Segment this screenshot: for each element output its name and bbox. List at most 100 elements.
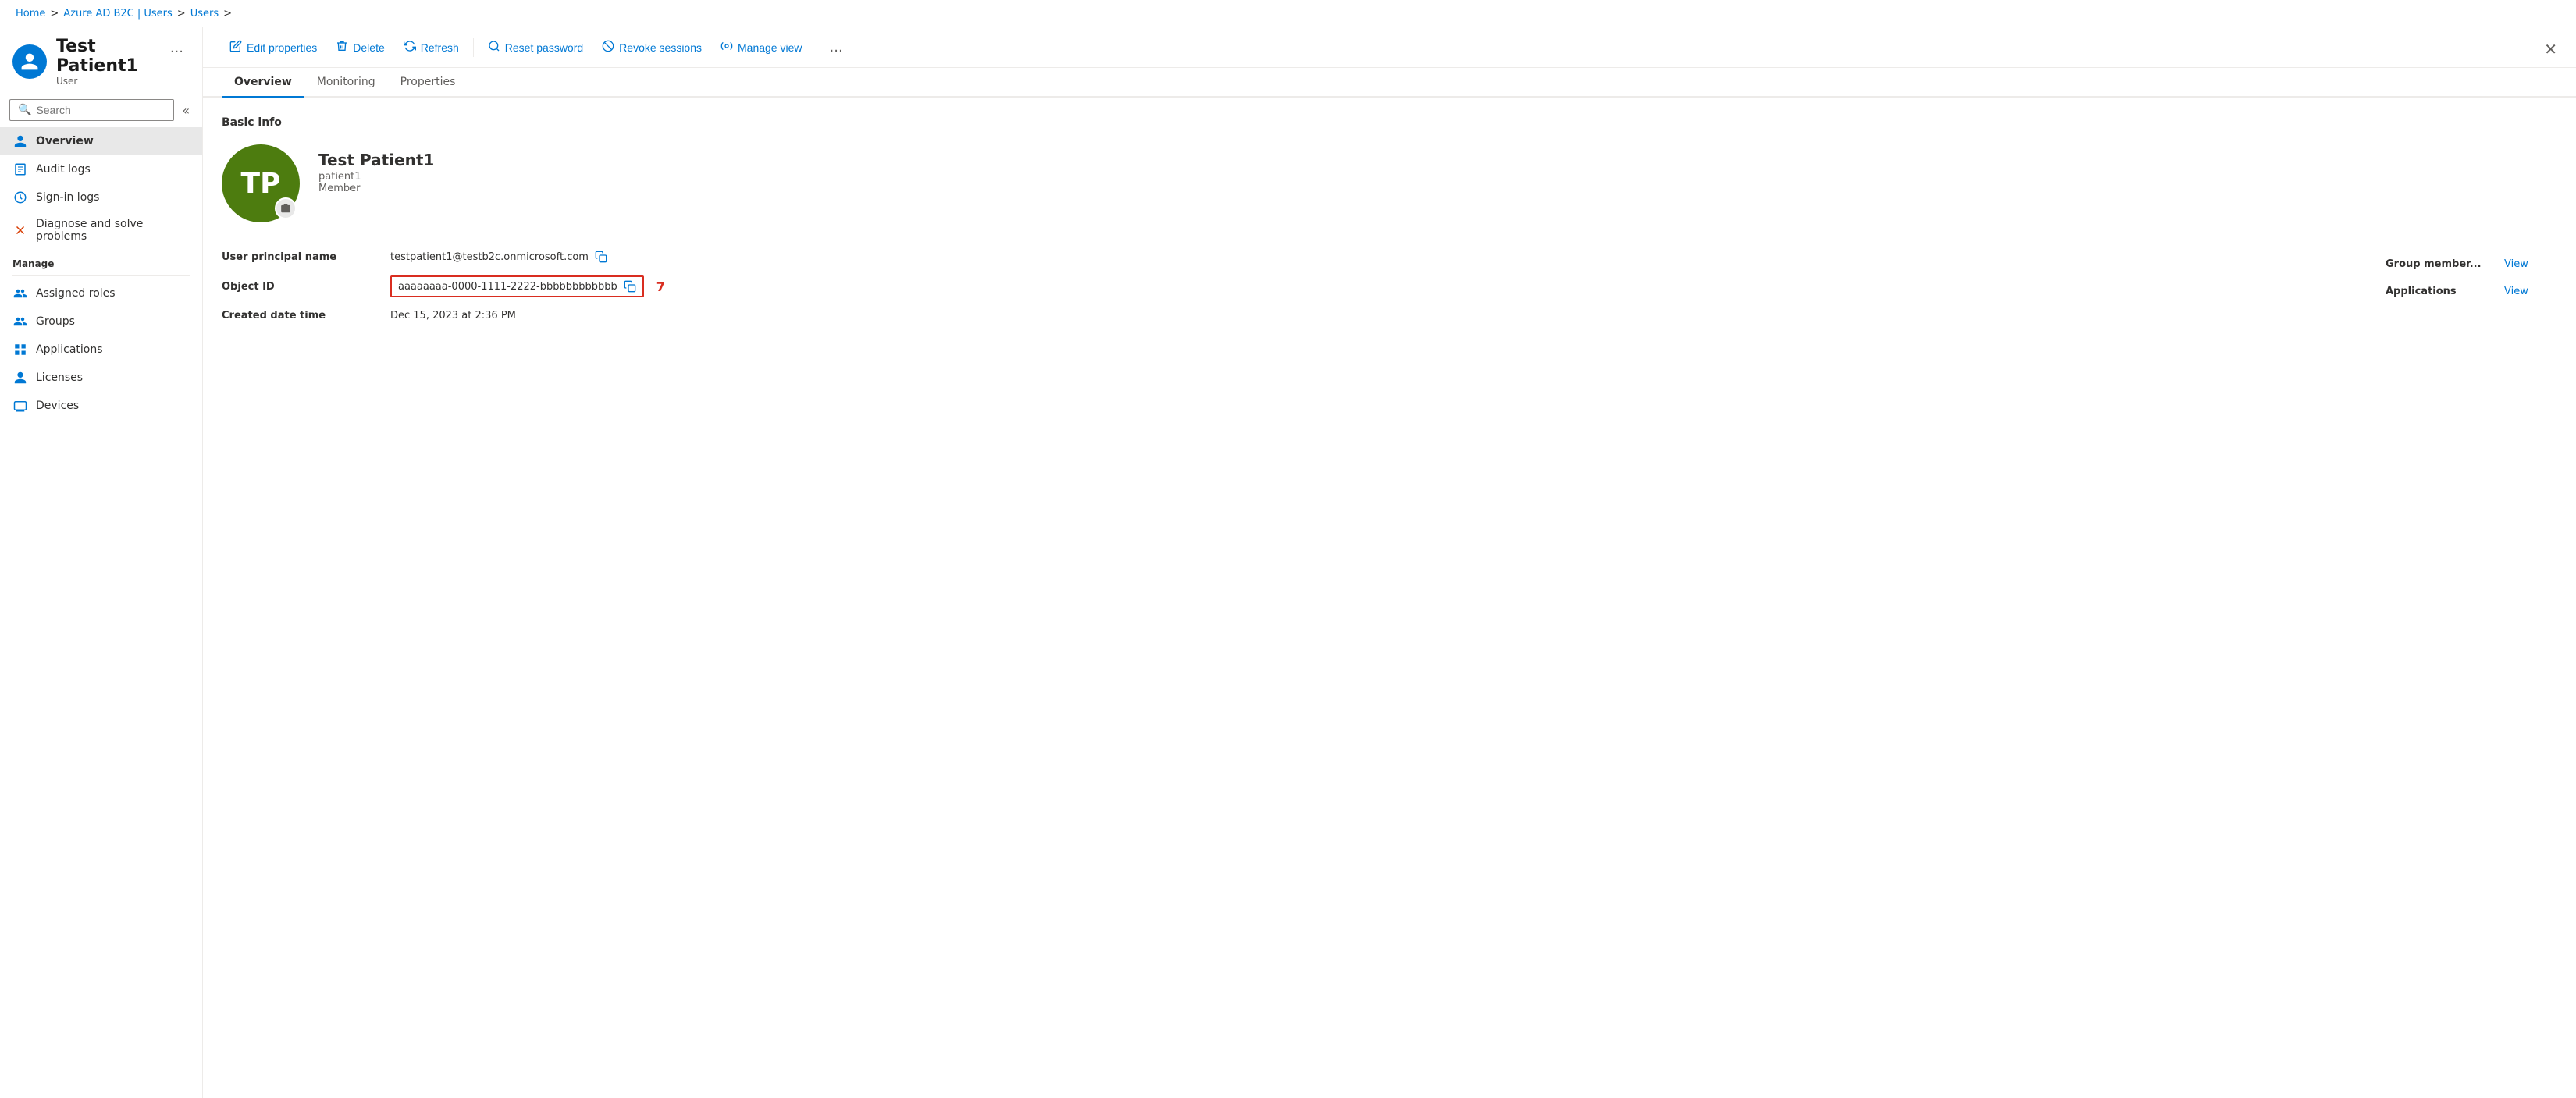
sidebar-item-signin-logs[interactable]: Sign-in logs <box>0 183 202 211</box>
sidebar-item-groups-label: Groups <box>36 315 75 328</box>
avatar-wrapper: TP <box>222 144 300 222</box>
edit-icon <box>229 40 242 55</box>
change-photo-button[interactable] <box>275 197 297 219</box>
info-right: Group member... View Applications View <box>2323 244 2557 328</box>
badge-number: 7 <box>656 279 665 294</box>
tab-monitoring[interactable]: Monitoring <box>304 68 388 98</box>
created-date-value: Dec 15, 2023 at 2:36 PM <box>390 310 516 322</box>
tabs-bar: Overview Monitoring Properties <box>203 68 2576 98</box>
delete-label: Delete <box>353 41 384 54</box>
upn-row: User principal name testpatient1@testb2c… <box>222 244 2323 269</box>
object-id-value-wrapper: aaaaaaaa-0000-1111-2222-bbbbbbbbbbbb 7 <box>390 275 665 297</box>
group-member-label: Group member... <box>2386 258 2495 270</box>
groups-icon <box>12 314 28 329</box>
upn-value: testpatient1@testb2c.onmicrosoft.com <box>390 251 607 263</box>
basic-info-heading: Basic info <box>222 116 2557 129</box>
sidebar-item-diagnose-label: Diagnose and solve problems <box>36 218 190 243</box>
sidebar-item-audit-logs[interactable]: Audit logs <box>0 155 202 183</box>
tab-properties[interactable]: Properties <box>388 68 468 98</box>
profile-section: TP Test Patient1 patient1 Member <box>222 144 2557 222</box>
sidebar-item-devices-label: Devices <box>36 400 79 412</box>
breadcrumb-users[interactable]: Users <box>190 8 219 20</box>
applications-icon <box>12 342 28 357</box>
sidebar-header: Test Patient1 User ... <box>0 27 202 93</box>
reset-password-label: Reset password <box>505 41 583 54</box>
refresh-label: Refresh <box>421 41 459 54</box>
created-date-label: Created date time <box>222 310 378 322</box>
diagnose-icon <box>12 222 28 238</box>
signin-logs-icon <box>12 190 28 205</box>
profile-role: Member <box>318 183 434 194</box>
manage-items: Assigned roles Groups Applications <box>0 279 202 420</box>
overview-icon <box>12 133 28 149</box>
reset-password-icon <box>488 40 500 55</box>
manage-divider <box>12 275 190 276</box>
page-title: Test Patient1 <box>56 37 155 76</box>
sidebar-item-assigned-roles-label: Assigned roles <box>36 287 116 300</box>
breadcrumb-aad[interactable]: Azure AD B2C | Users <box>63 8 173 20</box>
licenses-icon <box>12 370 28 386</box>
sidebar-item-licenses-label: Licenses <box>36 371 83 384</box>
object-id-highlighted: aaaaaaaa-0000-1111-2222-bbbbbbbbbbbb <box>390 275 644 297</box>
sidebar-item-licenses[interactable]: Licenses <box>0 364 202 392</box>
object-id-label: Object ID <box>222 281 378 293</box>
applications-view-link[interactable]: View <box>2504 286 2528 297</box>
breadcrumb: Home > Azure AD B2C | Users > Users > <box>0 0 2576 27</box>
sidebar-item-overview[interactable]: Overview <box>0 127 202 155</box>
applications-row: Applications View <box>2386 278 2557 305</box>
delete-button[interactable]: Delete <box>328 35 392 59</box>
manage-view-button[interactable]: Manage view <box>713 35 810 59</box>
manage-view-icon <box>720 40 733 55</box>
search-box[interactable]: 🔍 <box>9 99 174 121</box>
toolbar-divider-1 <box>473 38 474 57</box>
sidebar-item-groups[interactable]: Groups <box>0 307 202 336</box>
revoke-sessions-button[interactable]: Revoke sessions <box>594 35 710 59</box>
delete-icon <box>336 40 348 55</box>
avatar <box>12 44 47 79</box>
profile-username: patient1 <box>318 171 434 183</box>
sidebar-item-assigned-roles[interactable]: Assigned roles <box>0 279 202 307</box>
refresh-icon <box>404 40 416 55</box>
nav-items: Overview Audit logs Sign-in logs <box>0 127 202 249</box>
profile-info: Test Patient1 patient1 Member <box>318 144 434 194</box>
sidebar-item-applications[interactable]: Applications <box>0 336 202 364</box>
sidebar-item-overview-label: Overview <box>36 135 94 147</box>
reset-password-button[interactable]: Reset password <box>480 35 591 59</box>
more-options-button[interactable]: ... <box>164 37 190 59</box>
assigned-roles-icon <box>12 286 28 301</box>
revoke-sessions-icon <box>602 40 614 55</box>
edit-properties-label: Edit properties <box>247 41 317 54</box>
content-area: Basic info TP Test Patient1 patient1 <box>203 98 2576 1098</box>
manage-section-label: Manage <box>0 249 202 272</box>
group-member-row: Group member... View <box>2386 251 2557 278</box>
breadcrumb-home[interactable]: Home <box>16 8 45 20</box>
sidebar-item-signin-logs-label: Sign-in logs <box>36 191 99 204</box>
sidebar-item-audit-logs-label: Audit logs <box>36 163 91 176</box>
object-id-row: Object ID aaaaaaaa-0000-1111-2222-bbbbbb… <box>222 269 2323 304</box>
created-date-row: Created date time Dec 15, 2023 at 2:36 P… <box>222 304 2323 328</box>
sidebar: Test Patient1 User ... 🔍 « <box>0 27 203 1098</box>
profile-name: Test Patient1 <box>318 151 434 169</box>
applications-label: Applications <box>2386 286 2495 297</box>
audit-logs-icon <box>12 162 28 177</box>
sidebar-item-diagnose[interactable]: Diagnose and solve problems <box>0 211 202 249</box>
close-button[interactable]: ✕ <box>2544 40 2557 59</box>
revoke-sessions-label: Revoke sessions <box>619 41 702 54</box>
copy-object-id-button[interactable] <box>624 280 636 293</box>
page-subtitle: User <box>56 76 155 87</box>
edit-properties-button[interactable]: Edit properties <box>222 35 325 59</box>
upn-label: User principal name <box>222 251 378 263</box>
toolbar: Edit properties Delete Refresh <box>203 27 2576 68</box>
sidebar-item-devices[interactable]: Devices <box>0 392 202 420</box>
search-wrapper: 🔍 « <box>0 93 202 127</box>
group-member-view-link[interactable]: View <box>2504 258 2528 270</box>
sidebar-item-applications-label: Applications <box>36 343 103 356</box>
refresh-button[interactable]: Refresh <box>396 35 467 59</box>
collapse-button[interactable]: « <box>179 100 193 121</box>
tab-overview[interactable]: Overview <box>222 68 304 98</box>
copy-upn-button[interactable] <box>595 251 607 263</box>
devices-icon <box>12 398 28 414</box>
search-icon: 🔍 <box>18 104 31 116</box>
search-input[interactable] <box>36 104 165 116</box>
toolbar-more-button[interactable]: ... <box>824 36 849 59</box>
